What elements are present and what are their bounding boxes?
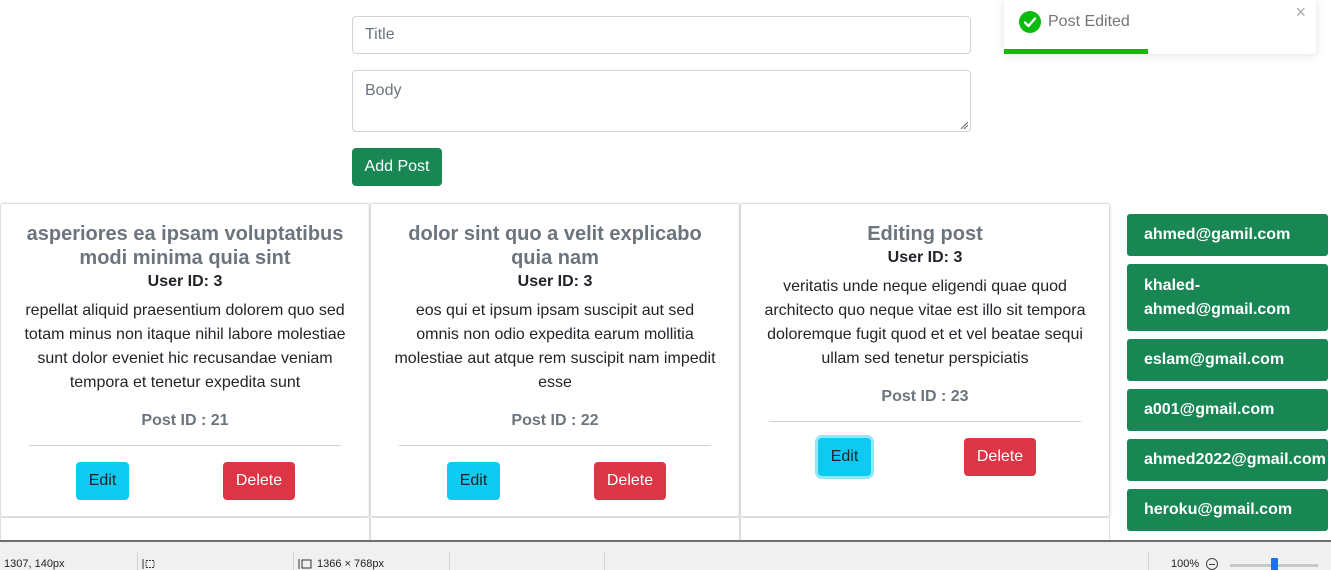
- delete-button[interactable]: Delete: [223, 462, 295, 500]
- post-id: Post ID : 21: [141, 412, 229, 429]
- user-email-item[interactable]: eslam@gmail.com: [1127, 339, 1328, 381]
- post-body: repellat aliquid praesentium dolorem quo…: [24, 302, 346, 391]
- user-email-item[interactable]: ahmed@gamil.com: [1127, 214, 1328, 256]
- toast-progress-bar: [1004, 49, 1148, 54]
- edit-button[interactable]: Edit: [76, 462, 129, 500]
- divider: [449, 552, 450, 570]
- delete-button[interactable]: Delete: [594, 462, 666, 500]
- post-user-id: User ID: 3: [147, 273, 223, 290]
- post-title: asperiores ea ipsam voluptatibus modi mi…: [26, 223, 344, 269]
- user-email-item[interactable]: a001@gmail.com: [1127, 389, 1328, 431]
- add-post-button[interactable]: Add Post: [352, 148, 442, 186]
- viewport-size-label: 1366 × 768px: [317, 558, 384, 570]
- post-body: veritatis unde neque eligendi quae quod …: [764, 278, 1086, 367]
- post-card: asperiores ea ipsam voluptatibus modi mi…: [0, 203, 370, 517]
- zoom-slider[interactable]: [1230, 558, 1318, 570]
- status-bar: 1307, 140px 1366 × 768px 100%: [0, 540, 1331, 570]
- zoom-slider-thumb[interactable]: [1271, 558, 1278, 570]
- post-body: eos qui et ipsum ipsam suscipit aut sed …: [394, 302, 716, 391]
- user-email-item[interactable]: khaled-ahmed@gmail.com: [1127, 264, 1328, 331]
- post-user-id: User ID: 3: [887, 249, 963, 266]
- toast-progress-track: [1004, 49, 1316, 54]
- viewport-size: 1366 × 768px: [298, 556, 384, 570]
- divider: [604, 552, 605, 570]
- edit-button[interactable]: Edit: [447, 462, 500, 500]
- post-title: dolor sint quo a velit explicabo quia na…: [408, 223, 702, 269]
- body-placeholder: Body: [365, 82, 402, 99]
- toast-message: Post Edited: [1048, 13, 1130, 30]
- post-title: Editing post: [867, 223, 983, 245]
- user-email-item[interactable]: ahmed2022@gmail.com: [1127, 439, 1328, 481]
- selection-icon: [142, 556, 156, 570]
- card-divider: [29, 445, 341, 446]
- viewport-icon: [298, 559, 312, 569]
- post-card: dolor sint quo a velit explicabo quia na…: [370, 203, 740, 517]
- divider: [293, 552, 294, 570]
- resize-grip-icon[interactable]: [960, 121, 968, 129]
- cursor-position: 1307, 140px: [4, 558, 65, 570]
- divider: [1148, 552, 1149, 570]
- close-icon[interactable]: ×: [1295, 2, 1306, 22]
- divider: [137, 552, 138, 570]
- post-card-editing: Editing post User ID: 3 veritatis unde n…: [740, 203, 1110, 517]
- card-divider: [399, 445, 711, 446]
- post-id: Post ID : 23: [881, 388, 969, 405]
- post-id: Post ID : 22: [511, 412, 599, 429]
- edit-button[interactable]: Edit: [818, 438, 871, 476]
- zoom-level: 100%: [1171, 558, 1200, 570]
- body-textarea[interactable]: Body: [352, 70, 971, 132]
- title-input[interactable]: Title: [352, 16, 971, 54]
- toast-notification[interactable]: Post Edited ×: [1004, 0, 1316, 54]
- delete-button[interactable]: Delete: [964, 438, 1036, 476]
- post-user-id: User ID: 3: [517, 273, 593, 290]
- zoom-out-icon[interactable]: [1206, 556, 1218, 570]
- card-divider: [769, 421, 1081, 422]
- check-circle-icon: [1019, 11, 1041, 33]
- user-email-item[interactable]: heroku@gmail.com: [1127, 489, 1328, 531]
